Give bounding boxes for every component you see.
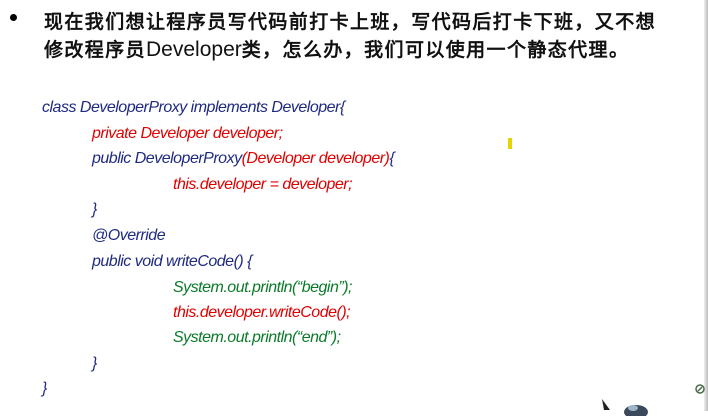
slide-edge <box>704 0 708 411</box>
paragraph-line-2-post: 类，怎么办，我们可以使用一个静态代理。 <box>241 39 630 61</box>
code-line-3-a: public DeveloperProxy <box>92 150 242 167</box>
paragraph-line-1: 现在我们想让程序员写代码前打卡上班，写代码后打卡下班，又不想 <box>44 11 657 33</box>
paragraph-text: 现在我们想让程序员写代码前打卡上班，写代码后打卡下班，又不想 修改程序员Deve… <box>44 8 694 64</box>
text-cursor-icon <box>508 138 512 149</box>
code-line-11: } <box>92 355 97 372</box>
mouse-pointer-icon <box>602 399 648 416</box>
code-line-1: class DeveloperProxy implements Develope… <box>42 99 345 116</box>
paragraph-line-2-word: Developer <box>146 38 242 61</box>
code-line-3: public DeveloperProxy(Developer develope… <box>92 147 395 171</box>
code-line-9: this.developer.writeCode(); <box>173 304 351 321</box>
code-line-3-c: { <box>389 150 395 167</box>
code-line-8: System.out.println(“begin”); <box>173 279 352 296</box>
paragraph-line-2-pre: 修改程序员 <box>44 39 147 61</box>
bullet-icon <box>10 14 17 21</box>
slide-corner-icon[interactable] <box>694 383 706 395</box>
code-line-6: @Override <box>92 227 166 244</box>
code-line-3-b: (Developer developer) <box>241 150 390 167</box>
code-line-10: System.out.println(“end”); <box>173 329 341 346</box>
code-line-2: private Developer developer; <box>92 125 283 142</box>
code-line-4: this.developer = developer; <box>173 176 353 193</box>
code-line-12: } <box>42 380 47 397</box>
code-line-7: public void writeCode() { <box>92 253 253 270</box>
paragraph-line-2: 修改程序员Developer类，怎么办，我们可以使用一个静态代理。 <box>44 36 694 64</box>
code-line-5: } <box>92 201 97 218</box>
